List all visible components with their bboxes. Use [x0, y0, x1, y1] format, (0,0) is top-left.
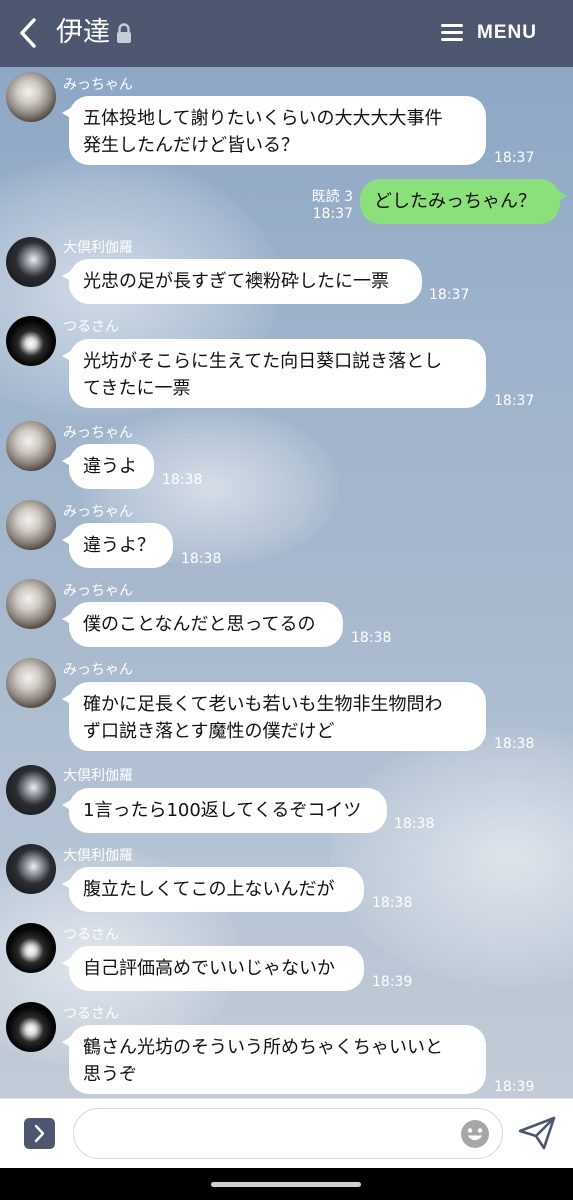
sender-name: 大倶利伽羅: [63, 768, 133, 784]
chat-header: 伊達 MENU: [0, 0, 573, 67]
message-time: 18:39: [372, 974, 413, 990]
read-count: 既読 3: [311, 189, 353, 205]
message-time: 18:37: [494, 393, 535, 409]
message-bubble[interactable]: 五体投地して謝りたいくらいの大大大大事件 発生したんだけど皆いる？: [62, 96, 486, 165]
avatar[interactable]: [6, 237, 56, 287]
chevron-right-icon: [34, 1124, 45, 1143]
back-button[interactable]: [14, 14, 44, 52]
message-time: 18:38: [162, 472, 203, 488]
chat-screen: 伊達 MENU みっちゃん 五体投地して謝りたいくらいの大大大大事件 発生したん…: [0, 0, 573, 1200]
message-bubble[interactable]: 1言ったら100返してくるぞコイツ: [62, 788, 387, 833]
message-time: 18:37: [494, 150, 535, 166]
avatar[interactable]: [6, 658, 56, 708]
message-time: 18:38: [394, 816, 435, 832]
message-bubble[interactable]: 腹立たしくてこの上ないんだが: [62, 867, 364, 912]
message-bubble[interactable]: 光坊がそこらに生えてた向日葵口説き落とし てきたに一票: [62, 339, 486, 408]
lock-icon: [117, 23, 131, 43]
avatar[interactable]: [6, 923, 56, 973]
message-list[interactable]: みっちゃん 五体投地して謝りたいくらいの大大大大事件 発生したんだけど皆いる？ …: [0, 67, 573, 1098]
message-input[interactable]: [73, 1108, 503, 1159]
message-time: 18:37: [429, 287, 470, 303]
sender-name: 大倶利伽羅: [63, 848, 133, 864]
sender-name: つるさん: [63, 1006, 119, 1022]
sender-name: みっちゃん: [63, 662, 133, 678]
message-bubble[interactable]: 鶴さん光坊のそういう所めちゃくちゃいいと 思うぞ: [62, 1025, 486, 1094]
sender-name: 大倶利伽羅: [63, 240, 133, 256]
sender-name: みっちゃん: [63, 583, 133, 599]
avatar[interactable]: [6, 579, 56, 629]
message-bubble[interactable]: 僕のことなんだと思ってるの: [62, 602, 343, 647]
avatar[interactable]: [6, 500, 56, 550]
message-time: 18:38: [372, 895, 413, 911]
cloud-decoration: [330, 727, 573, 987]
avatar[interactable]: [6, 72, 56, 122]
message-time: 18:38: [351, 630, 392, 646]
message-time: 18:38: [181, 551, 222, 567]
avatar[interactable]: [6, 316, 56, 366]
message-input-bar: [0, 1098, 573, 1169]
message-bubble[interactable]: 光忠の足が長すぎて襖粉砕したに一票: [62, 259, 422, 304]
chat-title: 伊達: [56, 17, 110, 48]
menu-button[interactable]: MENU: [441, 18, 537, 48]
message-time: 18:38: [494, 736, 535, 752]
avatar[interactable]: [6, 1002, 56, 1052]
message-bubble[interactable]: 確かに足長くて老いも若いも生物非生物問わ ず口説き落とす魔性の僕だけど: [62, 682, 486, 751]
sender-name: つるさん: [63, 319, 119, 335]
read-receipt: 既読 3 18:37: [311, 189, 353, 223]
menu-label: MENU: [477, 22, 537, 43]
sender-name: つるさん: [63, 927, 119, 943]
home-indicator[interactable]: [211, 1182, 361, 1187]
avatar[interactable]: [6, 844, 56, 894]
message-bubble[interactable]: 違うよ: [62, 444, 154, 489]
message-time: 18:37: [312, 206, 353, 222]
sender-name: みっちゃん: [63, 77, 133, 93]
expand-button[interactable]: [24, 1118, 55, 1149]
message-time: 18:39: [494, 1079, 535, 1095]
paper-plane-icon[interactable]: [518, 1116, 556, 1150]
sender-name: みっちゃん: [63, 504, 133, 520]
message-bubble[interactable]: 自己評価高めでいいじゃないか: [62, 946, 364, 991]
sender-name: みっちゃん: [63, 425, 133, 441]
message-bubble[interactable]: どしたみっちゃん？: [360, 179, 567, 224]
avatar[interactable]: [6, 765, 56, 815]
chevron-left-icon: [20, 18, 36, 48]
smiley-icon[interactable]: [459, 1118, 491, 1150]
avatar[interactable]: [6, 421, 56, 471]
hamburger-icon: [441, 24, 464, 42]
message-bubble[interactable]: 違うよ？: [62, 523, 173, 568]
